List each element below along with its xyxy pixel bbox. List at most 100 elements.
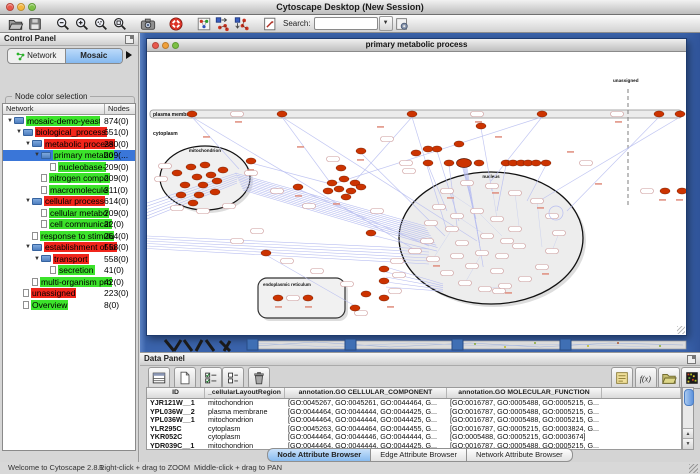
node[interactable]	[444, 160, 454, 166]
node[interactable]	[660, 188, 670, 194]
open-button[interactable]	[6, 15, 25, 32]
node-label[interactable]	[611, 112, 624, 117]
node[interactable]	[303, 295, 313, 301]
node[interactable]	[336, 165, 346, 171]
node[interactable]	[339, 176, 349, 182]
network-window-zoom-button[interactable]	[172, 42, 179, 49]
expand-triangle-icon[interactable]: ▼	[33, 151, 41, 159]
table-row[interactable]: YPL036W__2plasma membrane[GO:0044464, GO…	[147, 408, 681, 417]
node[interactable]	[192, 174, 202, 180]
node[interactable]	[327, 180, 337, 186]
tree-item[interactable]: ▼metabolic process280(0)	[3, 138, 135, 150]
node-label[interactable]	[303, 204, 316, 209]
expand-triangle-icon[interactable]: ▼	[24, 140, 32, 148]
node-label[interactable]	[451, 254, 464, 259]
node-label[interactable]	[223, 204, 236, 209]
node[interactable]	[379, 295, 389, 301]
snapshot-button[interactable]	[138, 15, 157, 32]
select-attributes-button[interactable]	[148, 367, 170, 389]
column-header[interactable]: ID	[147, 388, 205, 398]
node[interactable]	[212, 178, 222, 184]
node[interactable]	[541, 160, 551, 166]
zoom-selected-button[interactable]	[91, 15, 110, 32]
node-label[interactable]	[403, 169, 416, 174]
node-label[interactable]	[471, 112, 484, 117]
node-label[interactable]	[479, 287, 492, 292]
tab-network-attribute-browser[interactable]: Network Attribute Browser	[467, 448, 573, 462]
node-label[interactable]	[461, 181, 474, 186]
tree-item[interactable]: ▼biological_process651(0)	[3, 127, 135, 139]
tab-edge-attribute-browser[interactable]: Edge Attribute Browser	[371, 448, 467, 462]
expand-triangle-icon[interactable]: ▼	[24, 243, 32, 251]
node[interactable]	[346, 188, 356, 194]
tree-item[interactable]: ▼mosaic-demo-yeast874(0)	[3, 115, 135, 127]
annotation-button[interactable]	[260, 15, 279, 32]
node-label[interactable]	[251, 229, 264, 234]
node[interactable]	[379, 266, 389, 272]
float-panel-icon[interactable]	[687, 355, 696, 364]
node[interactable]	[457, 159, 472, 168]
network-window-resize-grip[interactable]	[677, 326, 685, 334]
node-label[interactable]	[553, 231, 566, 236]
node[interactable]	[454, 141, 464, 147]
tree-item[interactable]: ▼cellular process614(0)	[3, 196, 135, 208]
table-row[interactable]: YPL036W__1mitochondrion[GO:0044464, GO:0…	[147, 416, 681, 425]
node-label[interactable]	[580, 161, 593, 166]
node-label[interactable]	[496, 254, 509, 259]
table-vertical-scrollbar[interactable]: ▲ ▼	[682, 387, 694, 450]
node-label[interactable]	[481, 234, 494, 239]
import-attributes-button[interactable]	[658, 367, 680, 389]
node-label[interactable]	[421, 239, 434, 244]
node-label[interactable]	[355, 311, 368, 316]
node[interactable]	[200, 162, 210, 168]
node-label[interactable]	[271, 189, 284, 194]
attribute-label-button[interactable]	[611, 367, 633, 389]
table-row[interactable]: YKR052Ccytoplasm[GO:0044464, GO:0044446,…	[147, 433, 681, 442]
node[interactable]	[218, 167, 228, 173]
node-label[interactable]	[231, 112, 244, 117]
tree-item[interactable]: cellular metabo209(0)	[3, 207, 135, 219]
column-header[interactable]: _cellularLayoutRegion	[205, 388, 285, 398]
node[interactable]	[180, 182, 190, 188]
node-label[interactable]	[231, 239, 244, 244]
node-label[interactable]	[501, 239, 514, 244]
node[interactable]	[293, 184, 303, 190]
node-label[interactable]	[546, 249, 559, 254]
node[interactable]	[356, 184, 366, 190]
node-label[interactable]	[425, 221, 438, 226]
network-window-close-button[interactable]	[152, 42, 159, 49]
node-label[interactable]	[519, 277, 532, 282]
tree-item[interactable]: Overview8(0)	[3, 299, 135, 311]
node[interactable]	[206, 172, 216, 178]
tree-item[interactable]: ▼primary metabo209(...	[3, 150, 135, 162]
node-label[interactable]	[486, 184, 499, 189]
node-label[interactable]	[466, 264, 479, 269]
node[interactable]	[366, 230, 376, 236]
network-view-window[interactable]: primary metabolic process plasma membran…	[146, 38, 687, 336]
table-row[interactable]: YJR121W__1mitochondrion[GO:0045267, GO:0…	[147, 399, 681, 408]
node[interactable]	[361, 291, 371, 297]
zoom-in-button[interactable]	[72, 15, 91, 32]
node[interactable]	[537, 111, 547, 117]
column-header[interactable]: annotation.GO CELLULAR_COMPONENT	[285, 388, 447, 398]
expand-triangle-icon[interactable]: ▼	[24, 197, 32, 205]
node[interactable]	[273, 295, 283, 301]
tree-item[interactable]: ▼transport558(0)	[3, 253, 135, 265]
node[interactable]	[261, 250, 271, 256]
select-all-attributes-button[interactable]	[200, 367, 222, 389]
node[interactable]	[198, 182, 208, 188]
node-label[interactable]	[391, 259, 404, 264]
node-label[interactable]	[155, 177, 168, 182]
node-label[interactable]	[327, 157, 340, 162]
tree-item[interactable]: secretion41(0)	[3, 265, 135, 277]
tree-item[interactable]: response to stimulu264(0)	[3, 230, 135, 242]
node[interactable]	[172, 170, 182, 176]
tree-item[interactable]: ▼establishment of lo558(0)	[3, 242, 135, 254]
node[interactable]	[187, 111, 197, 117]
node[interactable]	[277, 111, 287, 117]
node-label[interactable]	[287, 296, 300, 301]
expand-triangle-icon[interactable]: ▼	[15, 128, 23, 136]
tab-overflow-button[interactable]	[126, 51, 132, 59]
layout-horizontal-button[interactable]	[213, 15, 232, 32]
node[interactable]	[677, 188, 686, 194]
